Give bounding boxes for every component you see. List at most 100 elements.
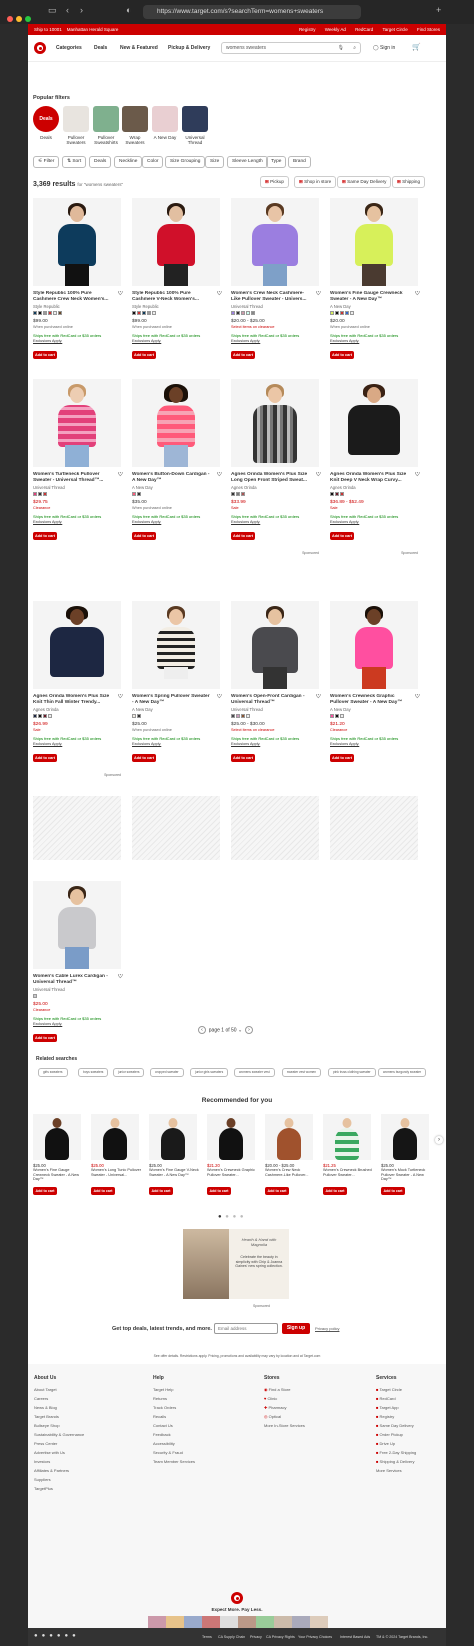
related-chip[interactable]: womens sweater vest (234, 1068, 275, 1077)
search-icon[interactable]: ⌕ (353, 43, 356, 53)
footer-link[interactable]: Returns (153, 1394, 195, 1403)
related-chip[interactable]: sweater vest women (282, 1068, 322, 1077)
exclusions-link[interactable]: Exclusions Apply. (33, 1022, 125, 1026)
recommended-item[interactable]: $21.20 Women's Crewneck Graphic Pullover … (207, 1114, 259, 1195)
target-logo-icon[interactable] (231, 1592, 243, 1604)
registry-link[interactable]: Registry (299, 27, 316, 32)
footer-link[interactable]: Press Center (34, 1439, 84, 1448)
add-to-cart-button[interactable]: Add to cart (265, 1187, 289, 1195)
product-image[interactable] (33, 1114, 81, 1160)
footer-link[interactable]: Sustainability & Governance (34, 1430, 84, 1439)
product-card[interactable]: Women's Cable Lurex Cardigan - Universal… (33, 881, 125, 1042)
product-image[interactable] (381, 1114, 429, 1160)
related-chip[interactable]: girls sweaters (38, 1068, 68, 1077)
favorite-heart-icon[interactable]: ♡ (217, 291, 222, 297)
footer-link[interactable]: ■ Target Circle (376, 1385, 416, 1394)
footer-link[interactable]: TargetPlus (34, 1484, 84, 1493)
footer-link[interactable]: Investors (34, 1457, 84, 1466)
add-to-cart-button[interactable]: Add to cart (231, 532, 255, 540)
footer-bottom-link[interactable]: Interest Based Ads (340, 1635, 370, 1639)
nav-new-featured[interactable]: New & Featured (120, 45, 158, 51)
footer-link[interactable]: More In-Store Services (264, 1421, 305, 1430)
add-to-cart-button[interactable]: Add to cart (132, 351, 156, 359)
add-to-cart-button[interactable]: Add to cart (323, 1187, 347, 1195)
add-to-cart-button[interactable]: Add to cart (132, 532, 156, 540)
footer-link[interactable]: News & Blog (34, 1403, 84, 1412)
add-to-cart-button[interactable]: Add to cart (91, 1187, 115, 1195)
add-to-cart-button[interactable]: Add to cart (231, 351, 255, 359)
weekly-ad-link[interactable]: Weekly Ad (325, 27, 346, 32)
product-brand[interactable]: A New Day (132, 707, 224, 712)
nav-pickup-delivery[interactable]: Pickup & Delivery (168, 45, 210, 51)
product-title[interactable]: Women's Mock Turtleneck Pullover Sweater… (381, 1168, 433, 1182)
favorite-heart-icon[interactable]: ♡ (217, 694, 222, 700)
filter-universal-thread[interactable]: Universal Thread (180, 106, 210, 145)
product-title[interactable]: Women's Fine Gauge Crewneck Sweater - A … (33, 1168, 85, 1182)
product-image[interactable] (231, 601, 319, 689)
favorite-heart-icon[interactable]: ♡ (316, 694, 321, 700)
product-brand[interactable]: A New Day (330, 304, 422, 309)
color-swatches[interactable] (231, 714, 323, 719)
pickup-toggle[interactable]: ⊞ Pickup (260, 176, 289, 188)
target-logo-icon[interactable] (34, 42, 46, 54)
product-title[interactable]: Style Republic 100% Pure Cashmere V-Neck… (132, 291, 224, 303)
exclusions-link[interactable]: Exclusions Apply. (330, 520, 422, 524)
related-chip[interactable]: pink truss clothing sweater (328, 1068, 376, 1077)
product-title[interactable]: Women's Fine Gauge V-Neck Sweater - A Ne… (149, 1168, 201, 1182)
recommended-item[interactable]: $21.25 Women's Crewneck Brushed Pullover … (323, 1114, 375, 1195)
signup-button[interactable]: Sign up (282, 1323, 310, 1334)
product-brand[interactable]: Agnes Orinda (231, 485, 323, 490)
favorite-heart-icon[interactable]: ♡ (316, 472, 321, 478)
product-title[interactable]: Women's Crewneck Graphic Pullover Sweate… (207, 1168, 259, 1182)
store-link[interactable]: Manhattan Herald Square (67, 27, 119, 32)
product-brand[interactable]: A New Day (132, 485, 224, 490)
product-title[interactable]: Agnes Orinda Women's Plus Size Long Open… (231, 472, 323, 484)
add-to-cart-button[interactable]: Add to cart (33, 351, 57, 359)
related-chip[interactable]: cropped sweater (150, 1068, 184, 1077)
add-to-cart-button[interactable]: Add to cart (33, 532, 57, 540)
footer-link[interactable]: More Services (376, 1466, 416, 1475)
footer-link[interactable]: ■ Order Pickup (376, 1430, 416, 1439)
product-image[interactable] (149, 1114, 197, 1160)
chip-neckline[interactable]: Neckline (114, 156, 143, 168)
add-to-cart-button[interactable]: Add to cart (381, 1187, 405, 1195)
color-swatches[interactable] (33, 492, 125, 497)
product-image[interactable] (132, 198, 220, 286)
address-bar[interactable]: https://www.target.com/s?searchTerm=wome… (143, 5, 361, 19)
chip-sort[interactable]: ⇅ Sort (62, 156, 87, 168)
add-to-cart-button[interactable]: Add to cart (207, 1187, 231, 1195)
shipping-toggle[interactable]: ⊞ Shipping (392, 176, 426, 188)
nav-categories[interactable]: Categories (56, 45, 82, 51)
product-image[interactable] (330, 601, 418, 689)
product-title[interactable]: Women's Spring Pullover Sweater - A New … (132, 694, 224, 706)
shield-icon[interactable]: ◐ (126, 5, 131, 15)
chip-size[interactable]: Size (205, 156, 225, 168)
product-image[interactable] (231, 379, 319, 467)
ad-banner[interactable]: Hearth & Hand with Magnolia Celebrate th… (183, 1229, 289, 1299)
footer-link[interactable]: Track Orders (153, 1403, 195, 1412)
same-day-delivery-toggle[interactable]: ⊞ Same Day Delivery (337, 176, 392, 188)
color-swatches[interactable] (132, 714, 224, 719)
add-to-cart-button[interactable]: Add to cart (330, 351, 354, 359)
add-to-cart-button[interactable]: Add to cart (330, 532, 354, 540)
product-image[interactable] (330, 198, 418, 286)
product-card[interactable]: Style Republic 100% Pure Cashmere V-Neck… (132, 198, 224, 359)
recommended-item[interactable]: $25.00 Women's Long Tunic Pullover Sweate… (91, 1114, 143, 1195)
exclusions-link[interactable]: Exclusions Apply. (231, 520, 323, 524)
nav-deals[interactable]: Deals (94, 45, 107, 51)
product-brand[interactable]: Universal Thread (231, 304, 323, 309)
filter-a-new-day[interactable]: A New Day (150, 106, 180, 140)
exclusions-link[interactable]: Exclusions Apply. (330, 742, 422, 746)
color-swatches[interactable] (330, 714, 422, 719)
exclusions-link[interactable]: Exclusions Apply. (231, 339, 323, 343)
product-brand[interactable]: Universal Thread (33, 485, 125, 490)
footer-link[interactable]: ■ RedCard (376, 1394, 416, 1403)
chip-type[interactable]: Type (266, 156, 287, 168)
recommended-item[interactable]: $25.00 Women's Fine Gauge Crewneck Sweate… (33, 1114, 85, 1195)
footer-link[interactable]: Accessibility (153, 1439, 195, 1448)
favorite-heart-icon[interactable]: ♡ (415, 694, 420, 700)
chip-brand[interactable]: Brand (288, 156, 311, 168)
product-title[interactable]: Agnes Orinda Women's Plus Size Knit Deep… (330, 472, 422, 484)
product-title[interactable]: Women's Button-Down Cardigan - A New Day… (132, 472, 224, 484)
footer-link[interactable]: Target Brands (34, 1412, 84, 1421)
